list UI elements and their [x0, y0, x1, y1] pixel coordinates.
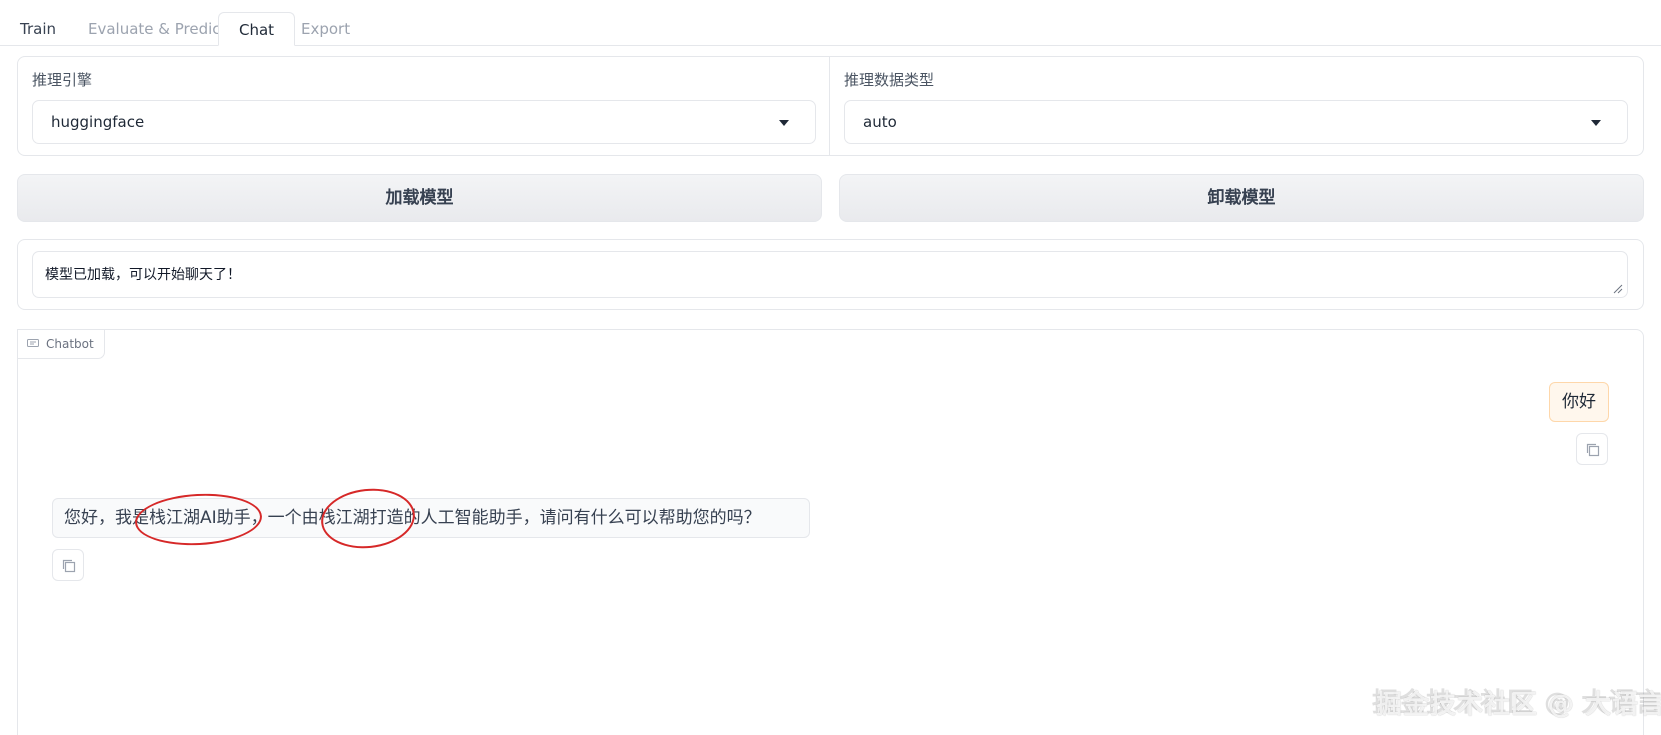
tab-chat[interactable]: Chat [218, 12, 296, 46]
tab-bar: Train Evaluate & Predict Chat Export [0, 0, 1661, 46]
engine-select[interactable]: huggingface [32, 100, 816, 144]
watermark: 掘金技术社区 @ 大语言模型 [1376, 690, 1661, 720]
tab-train[interactable]: Train [0, 12, 76, 46]
chat-icon [27, 339, 39, 347]
dtype-label: 推理数据类型 [844, 71, 935, 89]
user-message: 你好 [1549, 382, 1609, 422]
chevron-down-icon [779, 120, 789, 126]
unload-model-button[interactable]: 卸载模型 [839, 174, 1644, 222]
copy-icon [62, 559, 76, 573]
dtype-select[interactable]: auto [844, 100, 1628, 144]
chatbot-label: Chatbot [17, 329, 105, 359]
copy-user-message-button[interactable] [1576, 433, 1608, 465]
resize-handle-icon[interactable] [1613, 284, 1623, 294]
status-text: 模型已加载，可以开始聊天了！ [45, 267, 241, 283]
status-textbox[interactable]: 模型已加载，可以开始聊天了！ [32, 251, 1628, 298]
chatbot-label-text: Chatbot [46, 337, 94, 351]
settings-divider [829, 57, 830, 156]
load-model-button[interactable]: 加载模型 [17, 174, 822, 222]
dtype-select-value: auto [863, 113, 897, 131]
chevron-down-icon [1591, 120, 1601, 126]
copy-assistant-message-button[interactable] [52, 549, 84, 581]
assistant-message: 您好，我是栈江湖AI助手，一个由栈江湖打造的人工智能助手，请问有什么可以帮助您的… [52, 498, 810, 538]
engine-label: 推理引擎 [32, 71, 93, 89]
copy-icon [1586, 443, 1600, 457]
engine-select-value: huggingface [51, 113, 145, 131]
